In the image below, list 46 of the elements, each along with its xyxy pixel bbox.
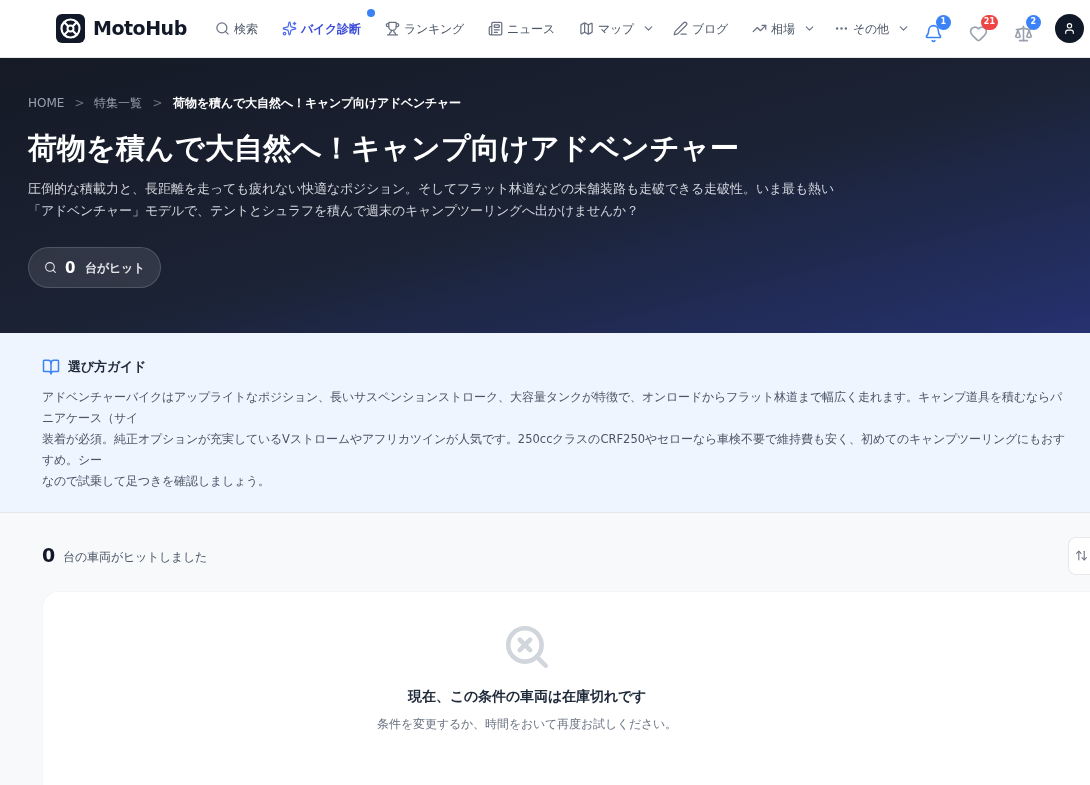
count-badge: 1 [935,14,951,30]
user-icon [1063,22,1076,35]
sparkles-icon [281,21,297,36]
empty-title: 現在、この条件の車両は在庫切れです [407,686,646,706]
sort-icon [1075,549,1088,562]
guide-text-line: 装着が必須。純正オプションが充実しているVストロームやアフリカツインが人気です。250ccクラスのCRF250やセローなら車検不要で維持費も安く、初めてのキャンプツーリングにもおすすめ。シー [42,430,1067,469]
avatar-button[interactable] [1055,14,1084,43]
nav-link[interactable]: その他 [829,15,914,42]
breadcrumb-separator: > [152,95,163,112]
heart-button[interactable]: 21 [968,14,998,43]
breadcrumb-link[interactable]: 特集一覧 [94,94,143,112]
guide-text-line: なので試乗して足つきを確認しましょう。 [42,472,271,490]
logo-icon [56,14,85,43]
hit-count: 0 [65,257,76,279]
logo-text[interactable]: MotoHub [93,14,187,43]
newspaper-icon [487,21,503,36]
map-icon [578,21,594,36]
bell-button[interactable]: 1 [923,14,953,43]
guide-text-line: アドベンチャーバイクはアップライトなポジション、長いサスペンションストローク、大容量タンクが特徴で、オンロードからフラット林道まで幅広く走れます。キャンプ道具を積むならパニアケース（サイ [42,388,1063,427]
nav-link[interactable]: マップ [574,15,659,42]
count-badge: 2 [1025,14,1041,30]
pen-icon [672,21,688,36]
page-title: 荷物を積んで大自然へ！キャンプ向けアドベンチャー [28,130,740,167]
count-badge: 21 [980,14,998,30]
scale-button[interactable]: 2 [1013,14,1043,43]
nav-link[interactable]: ランキング [380,15,468,42]
bell-icon [923,23,943,43]
hit-label: 台がヒット [85,259,146,277]
nav-link[interactable]: 検索 [210,15,262,42]
hero-description: 圧倒的な積載力と、長距離を走っても疲れない快適なポジション。そしてフラット林道などの未舗装路も走破できる走破性。いま最も熱い「アドベンチャー」モデルで、テントとシュラフを積んで週末のキャンプツーリングへ出かけませんか？ [28,180,835,221]
heart-icon [968,23,988,43]
result-label: 台の車両がヒットしました [63,549,208,566]
empty-hint: 条件を変更するか、時間をおいて再度お試しください。 [376,715,677,733]
book-icon [42,357,60,376]
breadcrumb-separator: > [74,95,85,112]
nav-link[interactable]: ニュース [483,15,559,42]
guide-title: 選び方ガイド [68,358,146,376]
breadcrumb-link[interactable]: 荷物を積んで大自然へ！キャンプ向けアドベンチャー [172,94,461,112]
search-icon [44,261,57,275]
search-icon [214,21,230,36]
nav-link[interactable]: ブログ [668,15,732,42]
trophy-icon [384,21,400,36]
breadcrumb-link[interactable]: HOME [28,94,65,112]
nav-link[interactable]: バイク診断 [277,15,365,42]
result-count: 0 [42,543,56,569]
nav-link[interactable]: 相場 [747,15,820,42]
